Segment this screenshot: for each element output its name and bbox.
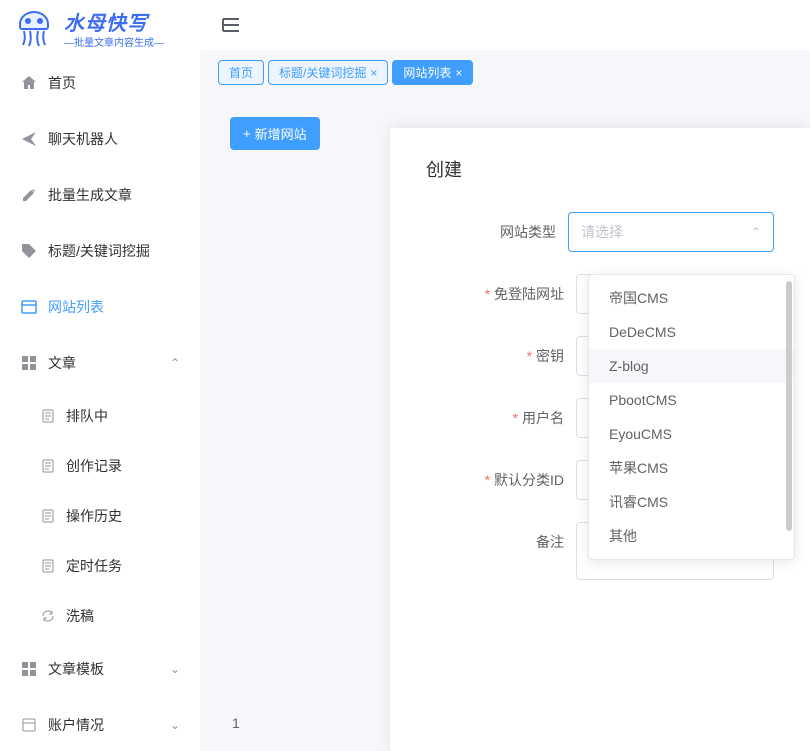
sidebar-item-account[interactable]: 账户情况 ⌄ xyxy=(0,697,200,751)
doc-icon xyxy=(40,408,56,424)
sidebar-item-articles[interactable]: 文章 ⌃ xyxy=(0,335,200,391)
option-applecms[interactable]: 苹果CMS xyxy=(589,451,794,485)
dialog-title: 创建 xyxy=(426,156,774,182)
create-dialog: 创建 网站类型 请选择 ⌃ 免登陆网址 密钥 用户名 xyxy=(390,128,810,751)
form-label: 默认分类ID xyxy=(426,460,576,500)
edit-icon xyxy=(20,186,38,204)
sidebar-item-label: 批量生成文章 xyxy=(48,185,132,205)
doc-icon xyxy=(40,508,56,524)
grid-icon xyxy=(20,354,38,372)
doc-icon xyxy=(40,458,56,474)
chevron-down-icon: ⌄ xyxy=(170,718,180,732)
tab-home[interactable]: 首页 xyxy=(218,60,264,85)
option-dedecms[interactable]: DeDeCMS xyxy=(589,315,794,349)
chevron-up-icon: ⌃ xyxy=(170,356,180,370)
tab-label: 网站列表 xyxy=(403,64,451,81)
submenu-label: 创作记录 xyxy=(66,456,122,476)
sidebar-item-sites[interactable]: 网站列表 xyxy=(0,279,200,335)
option-eyoucms[interactable]: EyouCMS xyxy=(589,417,794,451)
sidebar-item-label: 账户情况 xyxy=(48,715,104,735)
main-area: 首页 标题/关键词挖掘 × 网站列表 × + 新增网站 1 创建 网站类型 请选择 ⌃… xyxy=(200,0,810,751)
submenu-label: 定时任务 xyxy=(66,556,122,576)
form-label: 网站类型 xyxy=(426,212,568,252)
submenu-queue[interactable]: 排队中 xyxy=(0,391,200,441)
form-label: 免登陆网址 xyxy=(426,274,576,314)
tag-icon xyxy=(20,242,38,260)
refresh-icon xyxy=(40,608,56,624)
site-type-select[interactable]: 请选择 ⌃ xyxy=(568,212,774,252)
form-label: 密钥 xyxy=(426,336,576,376)
sidebar-item-keywords[interactable]: 标题/关键词挖掘 xyxy=(0,223,200,279)
sidebar-item-batch[interactable]: 批量生成文章 xyxy=(0,167,200,223)
plus-icon: + xyxy=(243,126,251,141)
select-placeholder: 请选择 xyxy=(581,222,623,242)
account-icon xyxy=(20,716,38,734)
window-icon xyxy=(20,298,38,316)
sidebar: 水母快写 —批量文章内容生成— 首页 聊天机器人 批量生成文章 标题/关键词挖掘… xyxy=(0,0,200,751)
hamburger-icon[interactable] xyxy=(220,14,242,36)
tab-label: 标题/关键词挖掘 xyxy=(279,64,366,81)
jellyfish-logo-icon xyxy=(10,4,58,52)
add-site-button[interactable]: + 新增网站 xyxy=(230,117,320,150)
button-label: 新增网站 xyxy=(255,124,307,143)
chevron-down-icon: ⌄ xyxy=(170,662,180,676)
option-xunrui-cms[interactable]: 讯睿CMS xyxy=(589,485,794,519)
tab-label: 首页 xyxy=(229,64,253,81)
sidebar-item-label: 文章模板 xyxy=(48,659,104,679)
submenu-label: 洗稿 xyxy=(66,606,94,626)
submenu-history[interactable]: 操作历史 xyxy=(0,491,200,541)
site-type-dropdown: 帝国CMS DeDeCMS Z-blog PbootCMS EyouCMS 苹果… xyxy=(588,274,795,560)
submenu-label: 操作历史 xyxy=(66,506,122,526)
tagbar: 首页 标题/关键词挖掘 × 网站列表 × xyxy=(200,50,810,95)
sidebar-item-label: 文章 xyxy=(48,353,76,373)
submenu-label: 排队中 xyxy=(66,406,108,426)
grid-icon xyxy=(20,660,38,678)
sidebar-item-label: 聊天机器人 xyxy=(48,129,118,149)
app-name: 水母快写 xyxy=(64,7,164,36)
tab-sites[interactable]: 网站列表 × xyxy=(392,60,473,85)
option-zblog[interactable]: Z-blog xyxy=(589,349,794,383)
sidebar-item-home[interactable]: 首页 xyxy=(0,55,200,111)
sidebar-item-label: 标题/关键词挖掘 xyxy=(48,241,150,261)
app-subtitle: —批量文章内容生成— xyxy=(64,34,164,49)
submenu-scheduled[interactable]: 定时任务 xyxy=(0,541,200,591)
logo: 水母快写 —批量文章内容生成— xyxy=(0,0,200,55)
option-empire-cms[interactable]: 帝国CMS xyxy=(589,281,794,315)
sidebar-item-label: 网站列表 xyxy=(48,297,104,317)
option-pbootcms[interactable]: PbootCMS xyxy=(589,383,794,417)
form-label: 备注 xyxy=(426,522,576,562)
sidebar-item-templates[interactable]: 文章模板 ⌄ xyxy=(0,641,200,697)
sidebar-item-label: 首页 xyxy=(48,73,76,93)
chevron-up-icon: ⌃ xyxy=(751,225,761,239)
pager-number: 1 xyxy=(232,715,240,731)
sidebar-item-chatbot[interactable]: 聊天机器人 xyxy=(0,111,200,167)
form-row-type: 网站类型 请选择 ⌃ xyxy=(426,212,774,252)
home-icon xyxy=(20,74,38,92)
form-label: 用户名 xyxy=(426,398,576,438)
close-icon[interactable]: × xyxy=(455,66,462,80)
send-icon xyxy=(20,130,38,148)
dropdown-scrollbar[interactable] xyxy=(786,281,792,553)
option-other[interactable]: 其他 xyxy=(589,519,794,553)
doc-icon xyxy=(40,558,56,574)
submenu-records[interactable]: 创作记录 xyxy=(0,441,200,491)
topbar xyxy=(200,0,810,50)
close-icon[interactable]: × xyxy=(370,66,377,80)
submenu-rewrite[interactable]: 洗稿 xyxy=(0,591,200,641)
tab-keywords[interactable]: 标题/关键词挖掘 × xyxy=(268,60,388,85)
